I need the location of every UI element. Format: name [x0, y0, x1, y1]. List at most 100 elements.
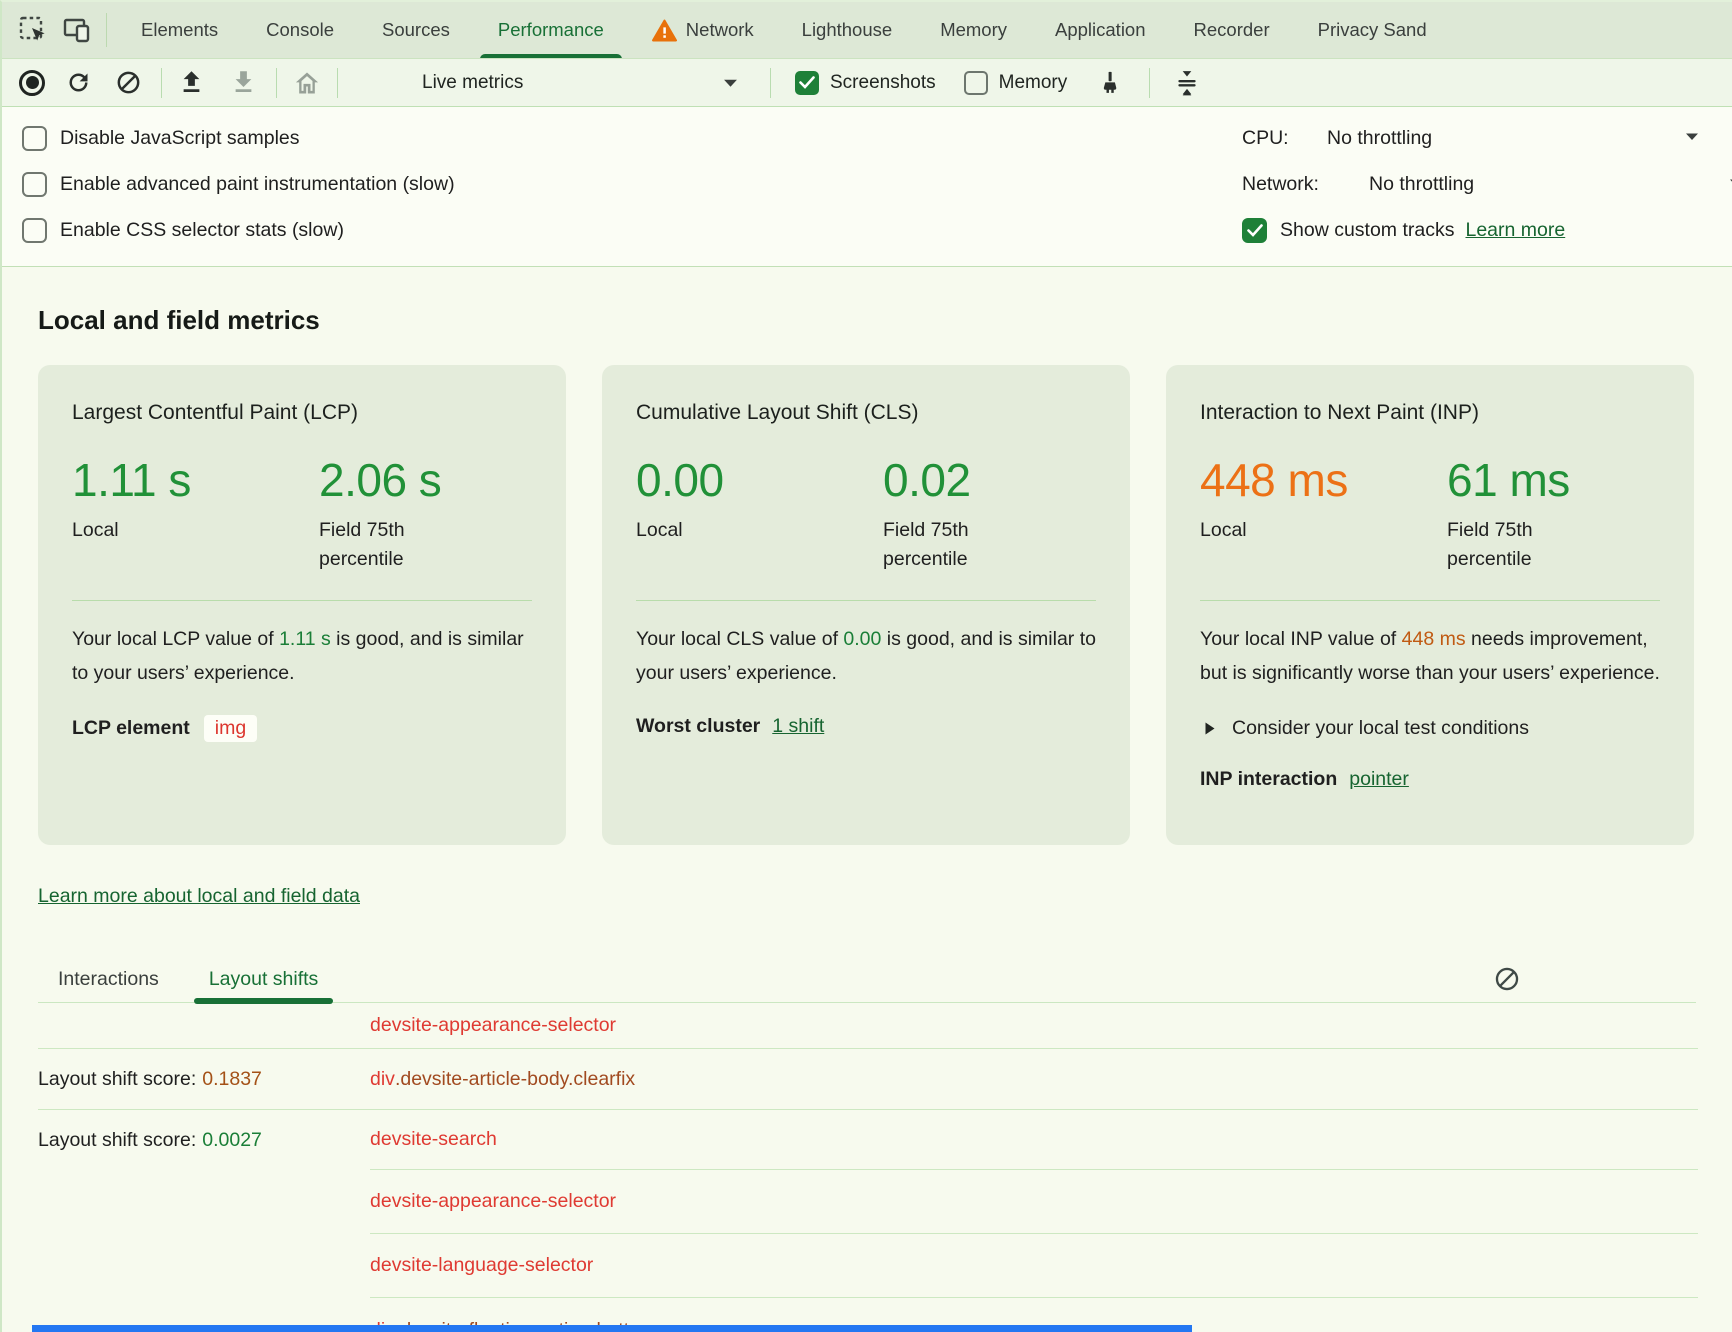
- cpu-throttling-row: CPU: No throttling: [1242, 123, 1732, 153]
- lcp-element-link[interactable]: img: [204, 715, 257, 742]
- clear-icon[interactable]: [111, 66, 145, 100]
- divider: [276, 68, 277, 98]
- network-label: Network:: [1242, 173, 1369, 196]
- cls-card-title: Cumulative Layout Shift (CLS): [636, 401, 1096, 425]
- disclosure-triangle-icon: [1204, 721, 1216, 736]
- inp-field-label: Field 75th percentile: [1447, 516, 1582, 574]
- worst-cluster-link[interactable]: 1 shift: [772, 715, 824, 738]
- worst-cluster-label: Worst cluster: [636, 715, 760, 738]
- cls-local-value: 0.00: [636, 453, 883, 507]
- tab-application[interactable]: Application: [1031, 2, 1170, 59]
- cpu-label: CPU:: [1242, 127, 1327, 150]
- score-value: 0.0027: [202, 1129, 262, 1152]
- tab-layout-shifts[interactable]: Layout shifts: [194, 956, 333, 1003]
- tab-privacy-sandbox[interactable]: Privacy Sand: [1294, 2, 1451, 59]
- lcp-field-label: Field 75th percentile: [319, 516, 454, 574]
- tab-performance[interactable]: Performance: [474, 2, 628, 59]
- live-metrics-view: Local and field metrics Largest Contentf…: [2, 303, 1732, 1332]
- advanced-paint-checkbox[interactable]: [22, 172, 47, 197]
- download-profile-icon[interactable]: [226, 66, 260, 100]
- disable-js-samples-row: Disable JavaScript samples: [22, 123, 455, 153]
- network-throttling-select[interactable]: No throttling: [1369, 173, 1474, 196]
- gc-brush-icon[interactable]: [1093, 66, 1127, 100]
- lcp-card: Largest Contentful Paint (LCP) 1.11 s Lo…: [38, 365, 566, 845]
- layout-shifts-table: devsite-appearance-selector Layout shift…: [38, 1003, 1698, 1332]
- inp-interaction-label: INP interaction: [1200, 768, 1337, 791]
- local-test-conditions-expander[interactable]: Consider your local test conditions: [1200, 717, 1660, 740]
- divider: [106, 13, 107, 47]
- tab-lighthouse[interactable]: Lighthouse: [778, 2, 917, 59]
- css-selector-stats-checkbox[interactable]: [22, 218, 47, 243]
- inp-local-label: Local: [1200, 516, 1335, 545]
- custom-tracks-row: Show custom tracks Learn more: [1242, 215, 1732, 245]
- show-custom-tracks-label: Show custom tracks: [1280, 219, 1454, 242]
- selected-row-indicator: [32, 1325, 1192, 1332]
- custom-tracks-learn-more-link[interactable]: Learn more: [1465, 219, 1565, 242]
- history-dropdown[interactable]: Live metrics: [422, 72, 752, 94]
- inp-card-title: Interaction to Next Paint (INP): [1200, 401, 1660, 425]
- inp-card: Interaction to Next Paint (INP) 448 ms L…: [1166, 365, 1694, 845]
- screenshots-label: Screenshots: [830, 72, 936, 94]
- throttling-settings: CPU: No throttling Network: No throttlin…: [1242, 123, 1732, 245]
- element-class-link[interactable]: .devsite-article-body.clearfix: [395, 1068, 635, 1091]
- inspect-element-icon[interactable]: [16, 13, 50, 47]
- tab-memory[interactable]: Memory: [916, 2, 1031, 59]
- tab-elements[interactable]: Elements: [117, 2, 242, 59]
- divider: [1149, 68, 1150, 98]
- table-row[interactable]: Layout shift score: 0.0027 devsite-search: [38, 1110, 1698, 1170]
- divider: [636, 600, 1096, 601]
- reload-and-record-icon[interactable]: [61, 66, 95, 100]
- element-link[interactable]: devsite-search: [370, 1128, 497, 1151]
- table-row[interactable]: devsite-appearance-selector: [38, 1170, 1698, 1234]
- score-label: Layout shift score:: [38, 1068, 196, 1091]
- lcp-element-label: LCP element: [72, 717, 190, 740]
- lcp-card-title: Largest Contentful Paint (LCP): [72, 401, 532, 425]
- clear-log-icon[interactable]: [1492, 964, 1522, 994]
- inp-local-value: 448 ms: [1200, 453, 1447, 507]
- screenshots-checkbox[interactable]: [795, 71, 819, 95]
- capture-settings-pane: Disable JavaScript samples Enable advanc…: [2, 107, 1732, 267]
- tab-sources[interactable]: Sources: [358, 2, 474, 59]
- disable-js-samples-label: Disable JavaScript samples: [60, 127, 300, 150]
- lcp-field-value: 2.06 s: [319, 453, 454, 507]
- warning-icon: [652, 19, 677, 42]
- record-button[interactable]: [19, 70, 45, 96]
- history-dropdown-value: Live metrics: [422, 72, 523, 94]
- element-link[interactable]: devsite-language-selector: [370, 1254, 593, 1277]
- chevron-down-icon: [723, 78, 738, 88]
- table-row[interactable]: Layout shift score:0.1837 div.devsite-ar…: [38, 1049, 1698, 1110]
- table-row[interactable]: devsite-language-selector: [38, 1234, 1698, 1298]
- device-toolbar-icon[interactable]: [60, 13, 94, 47]
- memory-label: Memory: [999, 72, 1068, 94]
- show-custom-tracks-checkbox[interactable]: [1242, 218, 1267, 243]
- inp-field-value: 61 ms: [1447, 453, 1582, 507]
- disable-js-samples-checkbox[interactable]: [22, 126, 47, 151]
- divider: [161, 68, 162, 98]
- local-field-data-learn-more-link[interactable]: Learn more about local and field data: [38, 885, 360, 908]
- cls-card: Cumulative Layout Shift (CLS) 0.00 Local…: [602, 365, 1130, 845]
- upload-profile-icon[interactable]: [174, 66, 208, 100]
- tab-network[interactable]: Network: [628, 2, 778, 59]
- cls-field-value: 0.02: [883, 453, 1018, 507]
- tab-recorder[interactable]: Recorder: [1170, 2, 1294, 59]
- element-link[interactable]: devsite-appearance-selector: [370, 1014, 616, 1037]
- cls-local-label: Local: [636, 516, 771, 545]
- divider: [72, 600, 532, 601]
- inp-interaction-link[interactable]: pointer: [1349, 768, 1409, 791]
- chevron-down-icon[interactable]: [1685, 132, 1699, 141]
- cls-field-label: Field 75th percentile: [883, 516, 1018, 574]
- element-link[interactable]: devsite-appearance-selector: [370, 1190, 616, 1213]
- metric-cards: Largest Contentful Paint (LCP) 1.11 s Lo…: [38, 365, 1696, 845]
- element-link[interactable]: div: [370, 1068, 395, 1091]
- cpu-throttling-select[interactable]: No throttling: [1327, 127, 1432, 150]
- inp-description: Your local INP value of 448 ms needs imp…: [1200, 622, 1660, 690]
- home-icon[interactable]: [290, 66, 324, 100]
- tab-console[interactable]: Console: [242, 2, 358, 59]
- score-label: Layout shift score:: [38, 1129, 196, 1152]
- tab-interactions[interactable]: Interactions: [43, 956, 174, 1003]
- memory-checkbox[interactable]: [964, 71, 988, 95]
- log-tabbar: Interactions Layout shifts: [38, 956, 1696, 1003]
- table-row[interactable]: devsite-appearance-selector: [38, 1003, 1698, 1049]
- collapse-panel-icon[interactable]: [1170, 66, 1204, 100]
- network-throttling-row: Network: No throttling: [1242, 169, 1732, 199]
